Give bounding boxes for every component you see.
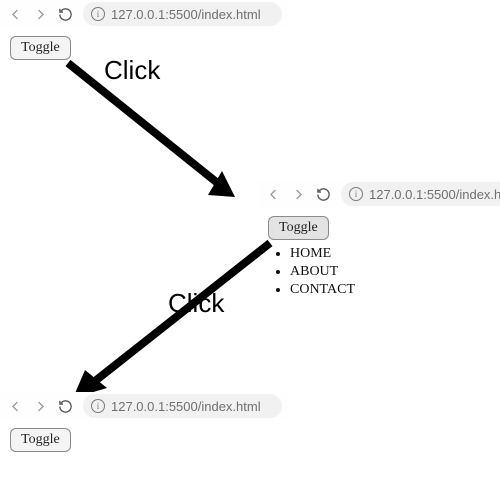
back-icon[interactable] [266, 187, 281, 202]
reload-icon[interactable] [316, 187, 331, 202]
url-field[interactable]: i 127.0.0.1:5500/index.html [83, 394, 282, 418]
address-bar: i 127.0.0.1:5500/index.html [0, 392, 290, 420]
reload-icon[interactable] [58, 399, 73, 414]
site-info-icon[interactable]: i [91, 399, 105, 413]
site-info-icon[interactable]: i [349, 187, 363, 201]
forward-icon[interactable] [33, 7, 48, 22]
nav-item-about[interactable]: ABOUT [290, 264, 490, 280]
page-body: Toggle [0, 420, 290, 460]
url-text: 127.0.0.1:5500/index.html [111, 399, 261, 414]
address-bar: i 127.0.0.1:5500/index.html [0, 0, 290, 28]
site-info-icon[interactable]: i [91, 7, 105, 21]
arrow-2-icon [55, 235, 295, 415]
arrow-1-icon [50, 55, 250, 215]
url-field[interactable]: i 127.0.0.1:5500/index.html [83, 2, 282, 26]
nav-item-contact[interactable]: CONTACT [290, 282, 490, 298]
nav-menu: HOME ABOUT CONTACT [290, 246, 490, 298]
url-text: 127.0.0.1:5500/index.html [369, 187, 500, 202]
address-bar: i 127.0.0.1:5500/index.html [258, 180, 500, 208]
url-text: 127.0.0.1:5500/index.html [111, 7, 261, 22]
url-field[interactable]: i 127.0.0.1:5500/index.html [341, 182, 500, 206]
back-icon[interactable] [8, 7, 23, 22]
forward-icon[interactable] [33, 399, 48, 414]
reload-icon[interactable] [58, 7, 73, 22]
browser-pane-3: i 127.0.0.1:5500/index.html Toggle [0, 392, 290, 460]
forward-icon[interactable] [291, 187, 306, 202]
nav-item-home[interactable]: HOME [290, 246, 490, 262]
toggle-button[interactable]: Toggle [10, 428, 71, 452]
back-icon[interactable] [8, 399, 23, 414]
